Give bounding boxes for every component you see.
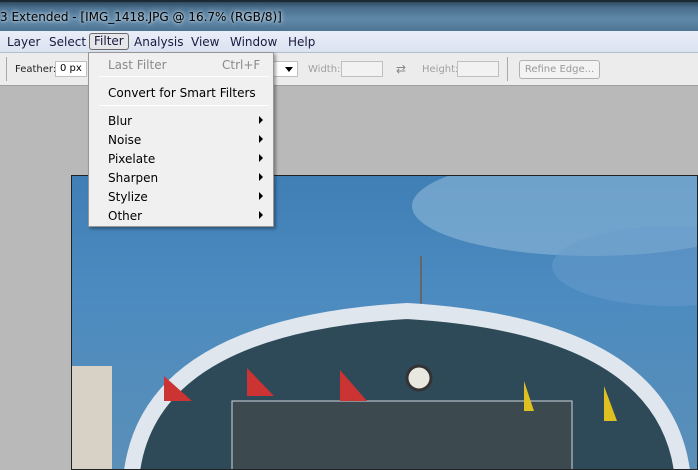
divider — [6, 57, 7, 81]
shortcut-label: Ctrl+F — [222, 58, 261, 72]
swap-icon[interactable]: ⇄ — [396, 62, 406, 76]
menu-view[interactable]: View — [187, 34, 223, 51]
menu-bar: Layer Select Filter Analysis View Window… — [0, 31, 698, 53]
menu-item-last-filter[interactable]: Last Filter — [108, 58, 167, 72]
title-bar: 3 Extended - [IMG_1418.JPG @ 16.7% (RGB/… — [0, 0, 698, 31]
submenu-arrow-icon — [259, 211, 263, 219]
chevron-down-icon — [285, 67, 293, 72]
menu-item-pixelate[interactable]: Pixelate — [108, 152, 155, 166]
menu-item-noise[interactable]: Noise — [108, 133, 141, 147]
menu-analysis[interactable]: Analysis — [130, 34, 187, 51]
width-label: Width: — [308, 64, 341, 75]
menu-separator — [99, 105, 269, 106]
style-dropdown[interactable] — [274, 61, 298, 77]
height-input[interactable] — [457, 61, 499, 77]
submenu-arrow-icon — [259, 135, 263, 143]
submenu-arrow-icon — [259, 192, 263, 200]
menu-item-stylize[interactable]: Stylize — [108, 190, 148, 204]
feather-label: Feather: — [15, 64, 57, 75]
menu-select[interactable]: Select — [45, 34, 90, 51]
divider — [507, 57, 508, 81]
menu-window[interactable]: Window — [226, 34, 281, 51]
menu-layer[interactable]: Layer — [3, 34, 44, 51]
submenu-arrow-icon — [259, 173, 263, 181]
menu-filter[interactable]: Filter — [89, 33, 129, 50]
window-title: 3 Extended - [IMG_1418.JPG @ 16.7% (RGB/… — [0, 10, 282, 24]
height-label: Height: — [422, 64, 459, 75]
menu-item-blur[interactable]: Blur — [108, 114, 132, 128]
feather-input[interactable]: 0 px — [55, 61, 87, 77]
submenu-arrow-icon — [259, 154, 263, 162]
width-input[interactable] — [341, 61, 383, 77]
menu-item-convert-smart-filters[interactable]: Convert for Smart Filters — [108, 86, 256, 100]
menu-separator — [99, 76, 269, 77]
menu-help[interactable]: Help — [284, 34, 319, 51]
refine-edge-button[interactable]: Refine Edge... — [519, 60, 600, 79]
menu-item-sharpen[interactable]: Sharpen — [108, 171, 158, 185]
filter-menu: Last Filter Ctrl+F Convert for Smart Fil… — [88, 52, 274, 227]
submenu-arrow-icon — [259, 116, 263, 124]
menu-item-other[interactable]: Other — [108, 209, 142, 223]
